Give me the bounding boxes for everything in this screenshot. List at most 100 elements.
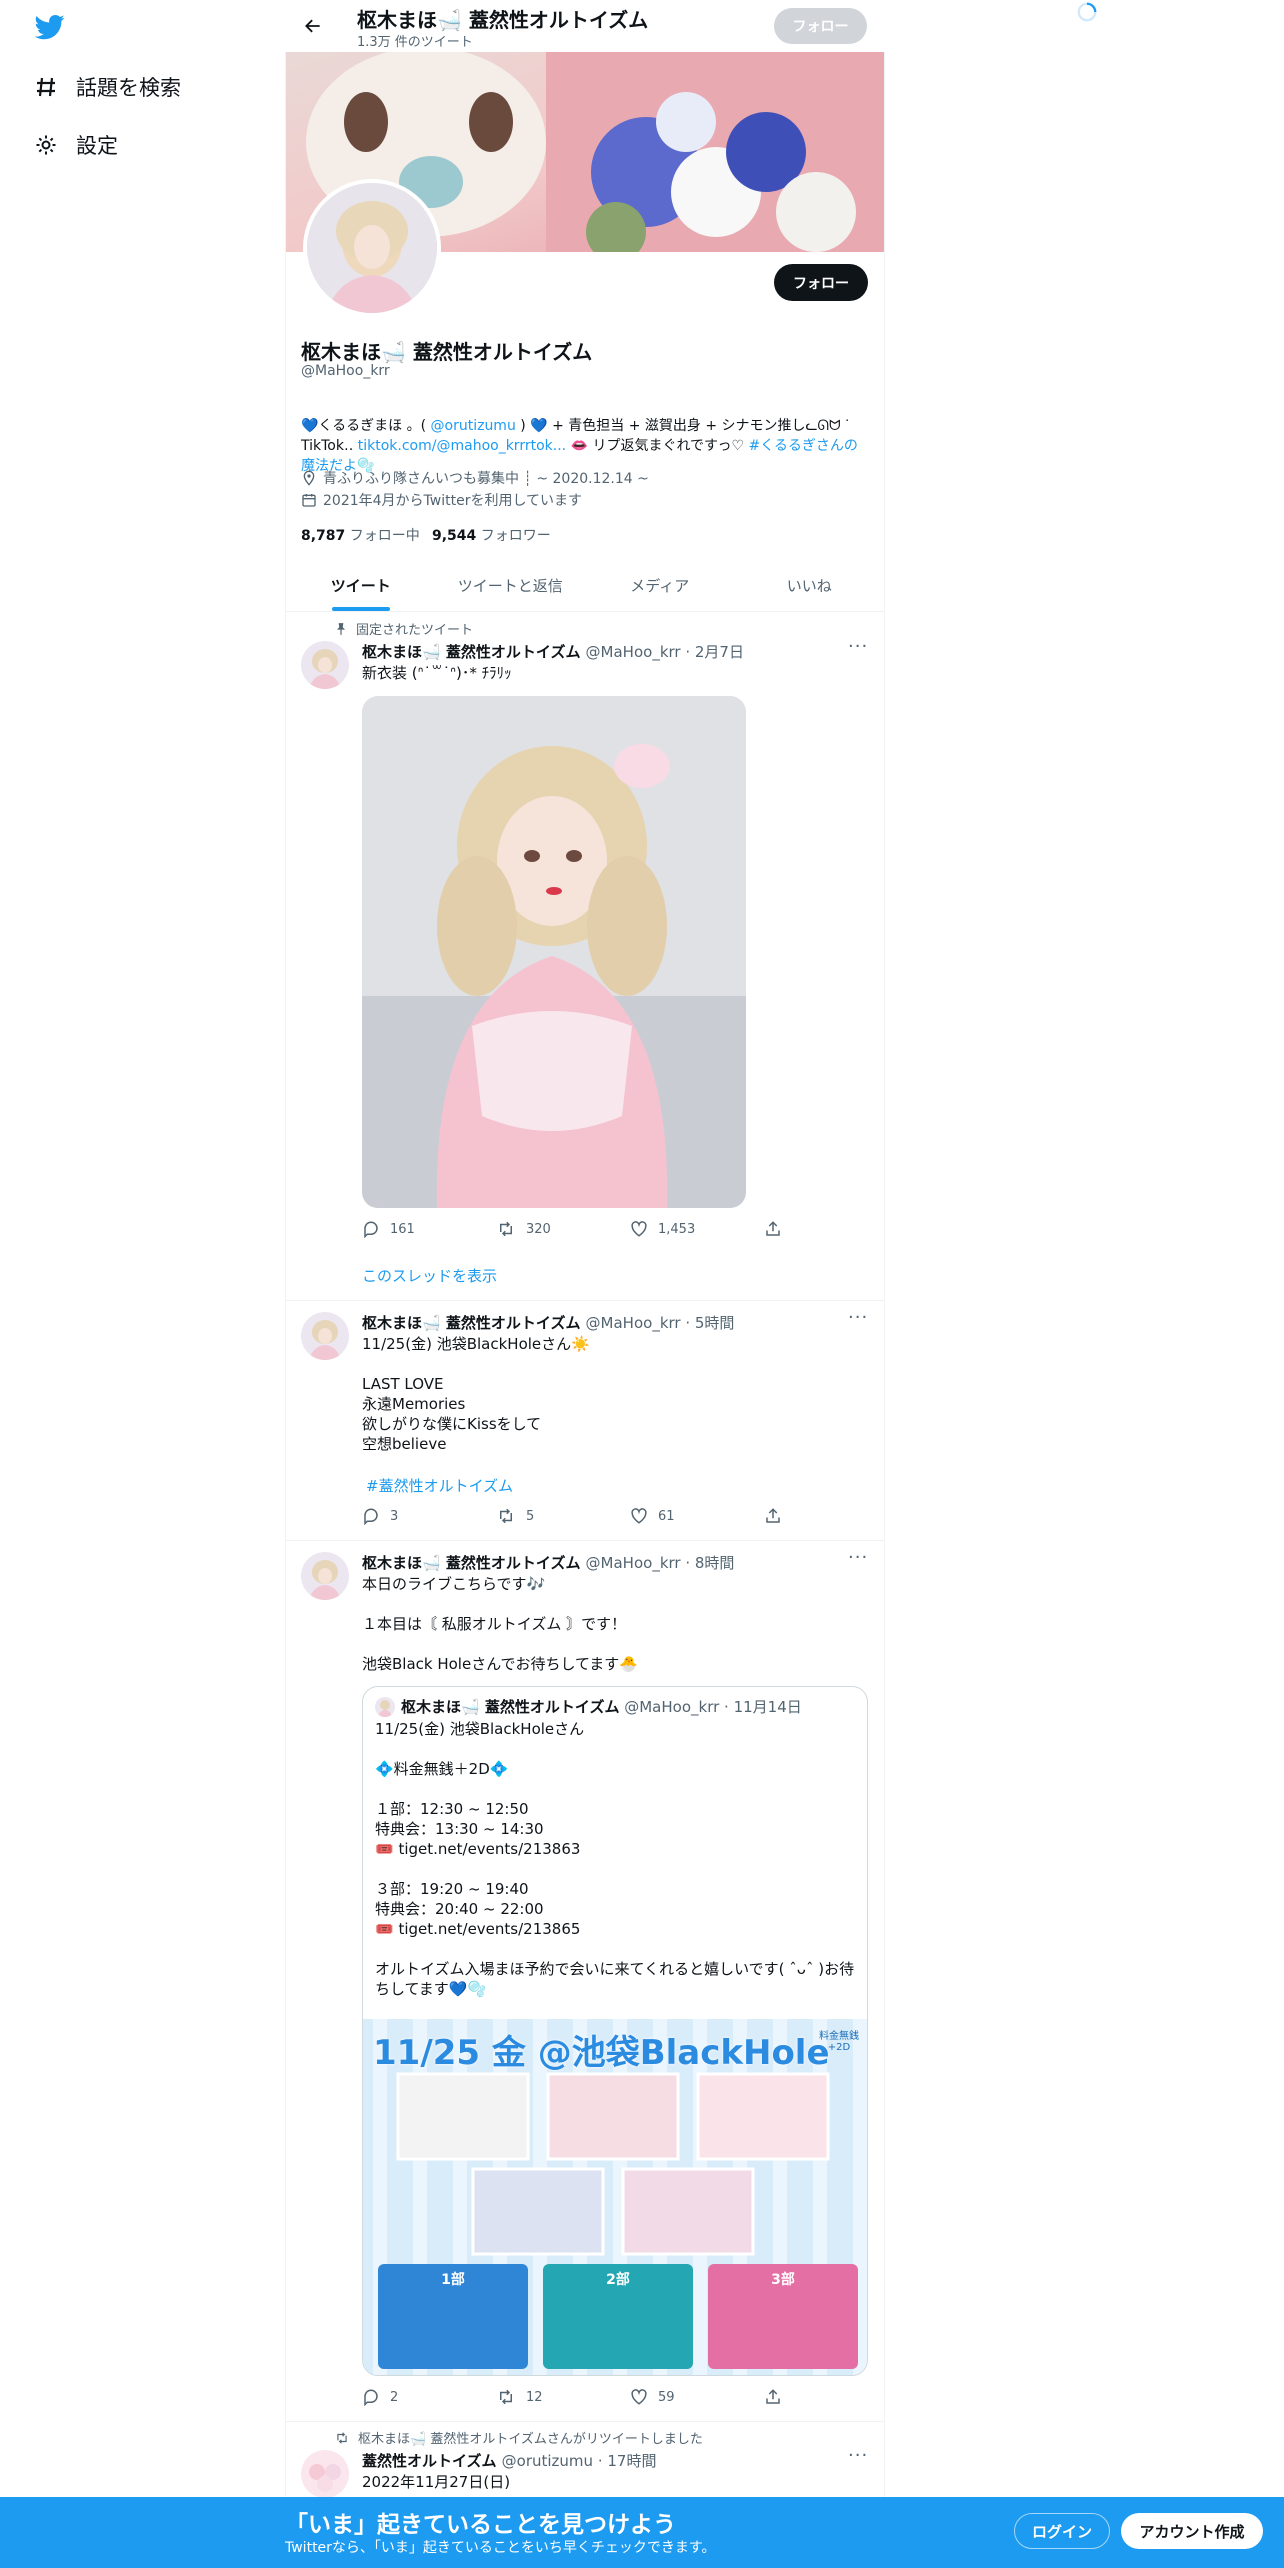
profile-follow-button[interactable]: フォロー [774,264,868,301]
like-button[interactable]: 59 [630,2388,764,2406]
retweet-count: 12 [526,2389,543,2405]
share-icon [766,1221,780,1236]
like-count: 59 [658,2389,675,2405]
tweet-meta[interactable]: @MaHoo_krr · 5時間 [586,1314,735,1332]
profile-bio: 💙くるるぎまほ 。( @orutizumu ) 💙 + 青色担当 + 滋賀出身 … [301,396,867,476]
flyer-part-2: 2部 [606,2272,630,2288]
tweet-photo[interactable] [362,696,746,1208]
quote-text: 11/25(金) 池袋BlackHoleさん 💠料金無銭＋2D💠 １部：12:3… [375,1720,855,1998]
retweet-icon [500,1508,512,1524]
tweet-author-name[interactable]: 枢木まほ🛁 蓋然性オルトイズム [362,643,580,661]
header-title: 枢木まほ🛁 蓋然性オルトイズム [357,8,649,32]
reply-button[interactable]: 3 [362,1507,496,1525]
reply-icon [364,2389,378,2406]
retweet-count: 320 [526,1221,551,1237]
tab-likes[interactable]: いいね [735,560,885,611]
quoted-tweet[interactable]: 枢木まほ🛁 蓋然性オルトイズム @MaHoo_krr · 11月14日 11/2… [362,1686,868,2376]
retweet-button[interactable]: 5 [496,1507,630,1525]
tab-tweets-and-replies[interactable]: ツイートと返信 [436,560,586,611]
tweet-header: 蓋然性オルトイズム @orutizumu · 17時間 [362,2450,656,2471]
tweet-header: 枢木まほ🛁 蓋然性オルトイズム @MaHoo_krr · 8時間 [362,1552,734,1573]
tweet-divider [286,1300,884,1301]
tab-tweets[interactable]: ツイート [286,560,436,611]
followers-stat[interactable]: 9,544 フォロワー [432,525,551,545]
tweet-header: 枢木まほ🛁 蓋然性オルトイズム @MaHoo_krr · 5時間 [362,1312,734,1333]
like-count: 1,453 [658,1221,696,1237]
back-arrow-icon[interactable] [303,16,323,36]
tweet-text: 2022年11月27日(日) [362,2473,511,2491]
share-button[interactable] [764,1507,898,1525]
like-button[interactable]: 1,453 [630,1220,764,1238]
tweet-text: 本日のライブこちらです🎶 １本目は〘 私服オルトイズム 〙です！ 池袋Black… [362,1575,638,1673]
bio-mention-link[interactable]: @orutizumu [431,418,516,434]
header-follow-button[interactable]: フォロー [774,8,867,44]
tweet-avatar[interactable] [301,641,349,689]
flyer-part-3: 3部 [771,2272,795,2288]
tweet-meta[interactable]: @MaHoo_krr · 8時間 [586,1554,735,1572]
flyer-part-1: 1部 [441,2272,465,2288]
tweet-meta[interactable]: @MaHoo_krr · 2月7日 [586,643,744,661]
more-options-icon[interactable]: ··· [848,636,868,657]
tweet-author-name[interactable]: 枢木まほ🛁 蓋然性オルトイズム [362,1314,580,1332]
gear-icon [36,135,56,155]
heart-icon [631,2389,647,2405]
retweet-button[interactable]: 12 [496,2388,630,2406]
retweet-button[interactable]: 320 [496,1220,630,1238]
pinned-context: 固定されたツイート [334,619,473,638]
reply-button[interactable]: 2 [362,2388,496,2406]
tweet-meta[interactable]: @orutizumu · 17時間 [502,2452,657,2470]
nav-explore-label: 話題を検索 [76,76,181,100]
tweet-actions: 2 12 59 [362,2388,898,2406]
calendar-icon [302,494,316,507]
nav-settings[interactable]: 設定 [34,130,118,160]
tweet-text: 新衣装 (ᐢ˙꒳˙ᐢ)･* ﾁﾗﾘｯ [362,664,512,682]
profile-location: 青ふりふり隊さんいつも募集中 ┊ ~ 2020.12.14 ~ [301,468,649,488]
followers-label: フォロワー [480,528,551,544]
signup-subtext: Twitterなら、「いま」起きていることをいち早くチェックできます。 [285,2540,716,2556]
tab-media[interactable]: メディア [585,560,735,611]
tweet-text: 11/25(金) 池袋BlackHoleさん☀️ LAST LOVE 永遠Mem… [362,1335,590,1453]
retweet-count: 5 [526,1508,535,1524]
reply-button[interactable]: 161 [362,1220,496,1238]
header-tweet-count: 1.3万 件のツイート [357,35,473,50]
twitter-logo-icon[interactable] [34,12,66,42]
tweet-author-name[interactable]: 蓋然性オルトイズム [362,2452,497,2470]
signup-button[interactable]: アカウント作成 [1121,2513,1263,2549]
heart-icon [631,1221,647,1237]
like-button[interactable]: 61 [630,1507,764,1525]
retweet-icon [500,2389,512,2405]
nav-explore[interactable]: 話題を検索 [34,72,181,102]
share-button[interactable] [764,2388,898,2406]
tweet-avatar[interactable] [301,1552,349,1600]
flyer-note: 料金無銭 +2D [819,2031,859,2053]
reply-icon [364,1221,378,1238]
retweet-context-label[interactable]: 枢木まほ🛁 蓋然性オルトイズムさんがリツイートしました [358,2428,703,2447]
tweet-avatar[interactable] [301,2450,349,2498]
share-button[interactable] [764,1220,898,1238]
following-count: 8,787 [301,528,346,544]
following-stat[interactable]: 8,787 フォロー中 [301,525,420,545]
event-flyer-image[interactable]: 11/25 金 @池袋BlackHole 料金無銭 +2D 1部 2部 3部 [363,2019,867,2375]
tweet-avatar[interactable] [301,1312,349,1360]
show-thread-link[interactable]: このスレッドを表示 [362,1265,497,1286]
login-button[interactable]: ログイン [1014,2513,1110,2549]
more-options-icon[interactable]: ··· [848,2445,868,2466]
profile-joined: 2021年4月からTwitterを利用しています [301,490,582,510]
tweet-author-name[interactable]: 枢木まほ🛁 蓋然性オルトイズム [362,1554,580,1572]
bio-tiktok-link[interactable]: tiktok.com/@mahoo_krrrtok... [358,438,566,454]
share-icon [766,2389,780,2404]
profile-handle: @MaHoo_krr [301,363,390,379]
hashtag-icon [37,77,55,97]
pinned-label: 固定されたツイート [356,623,474,638]
profile-joined-text: 2021年4月からTwitterを利用しています [323,493,583,509]
following-label: フォロー中 [349,528,420,544]
reply-count: 3 [390,1508,399,1524]
more-options-icon[interactable]: ··· [848,1307,868,1328]
flyer-title: 11/25 金 @池袋BlackHole [373,2033,830,2073]
tweet-actions: 3 5 61 [362,1507,898,1525]
more-options-icon[interactable]: ··· [848,1547,868,1568]
tweet-hashtag-link[interactable]: #蓋然性オルトイズム [366,1475,513,1496]
reply-count: 2 [390,2389,399,2405]
profile-avatar[interactable] [303,179,441,317]
retweet-context: 枢木まほ🛁 蓋然性オルトイズムさんがリツイートしました [334,2428,703,2447]
